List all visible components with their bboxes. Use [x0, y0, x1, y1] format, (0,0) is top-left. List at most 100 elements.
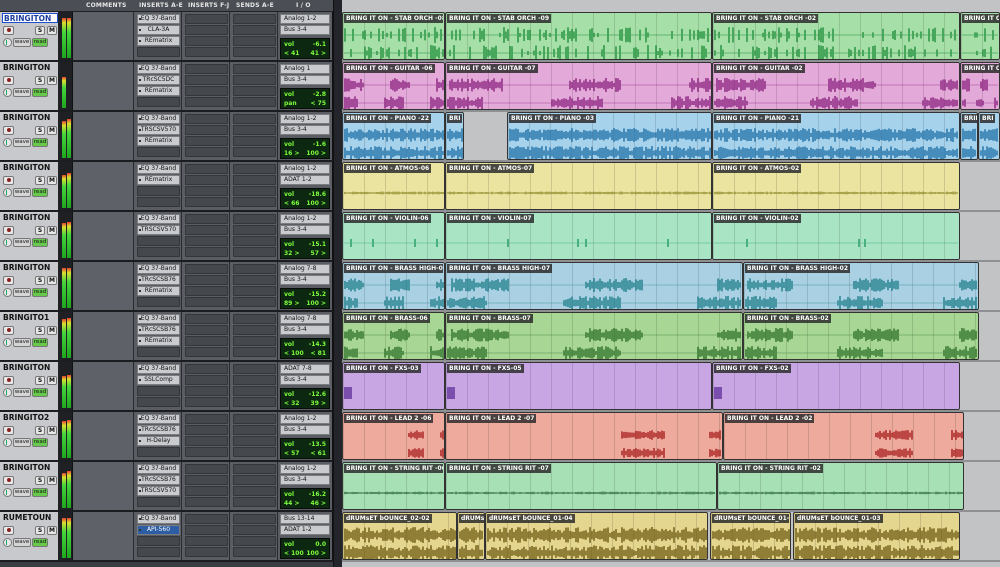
insert-slot[interactable]: REmatrix [137, 286, 180, 296]
comments-field[interactable] [73, 12, 134, 60]
audio-clip[interactable]: dRUMsET bOUNCE_01-0 [710, 512, 791, 560]
insert-slot[interactable]: EQ 37-Band [137, 214, 180, 224]
send-slot-empty[interactable] [233, 225, 276, 235]
input-monitor-icon[interactable] [3, 288, 12, 297]
send-slot-empty[interactable] [233, 147, 276, 157]
audio-clip[interactable]: BRING IT ON - ATMOS-07 [445, 162, 712, 210]
insert-slot[interactable]: TRcSCSB76 [137, 275, 180, 285]
send-slot-empty[interactable] [233, 297, 276, 307]
send-slot-empty[interactable] [233, 25, 276, 35]
mute-button[interactable]: M [47, 26, 57, 35]
insert-slot-empty[interactable] [185, 36, 228, 46]
insert-slot-empty[interactable] [137, 536, 180, 546]
automation-mode-selector[interactable]: read [32, 138, 48, 147]
send-slot-empty[interactable] [233, 136, 276, 146]
insert-slot-empty[interactable] [185, 225, 228, 235]
audio-clip[interactable]: BRING IT ON - FXS-05 [445, 362, 712, 410]
track-view-selector[interactable]: wave [13, 288, 31, 297]
solo-button[interactable]: S [35, 476, 45, 485]
insert-slot-empty[interactable] [137, 397, 180, 407]
send-slot-empty[interactable] [233, 325, 276, 335]
track-name[interactable]: BRINGITO2 [3, 413, 57, 423]
insert-slot[interactable]: TRcSCSB76 [137, 325, 180, 335]
header-sends-a-e[interactable]: SENDS A-E [236, 2, 274, 9]
insert-slot-empty[interactable] [185, 447, 228, 457]
send-slot-empty[interactable] [233, 547, 276, 557]
audio-clip[interactable]: BRING IT ON - LEAD 2 -07 [445, 412, 723, 460]
volume-pan-display[interactable]: vol -16.2 44 > 46 > [280, 488, 330, 509]
send-slot-empty[interactable] [233, 347, 276, 357]
send-slot-empty[interactable] [233, 186, 276, 196]
input-selector[interactable]: Analog 1-2 [280, 14, 330, 24]
input-selector[interactable]: Analog 1-2 [280, 214, 330, 224]
send-slot-empty[interactable] [233, 36, 276, 46]
mute-button[interactable]: M [47, 176, 57, 185]
comments-field[interactable] [73, 62, 134, 110]
volume-pan-display[interactable]: vol 0.0 < 100 100 > [280, 538, 330, 559]
input-monitor-icon[interactable] [3, 388, 12, 397]
header-comments[interactable]: COMMENTS [86, 2, 127, 9]
insert-slot-empty[interactable] [185, 175, 228, 185]
volume-pan-display[interactable]: vol -14.3 < 100 < 81 [280, 338, 330, 359]
send-slot-empty[interactable] [233, 364, 276, 374]
audio-clip[interactable]: BRING IT ON - STRING RIT -06 [342, 462, 445, 510]
track-view-selector[interactable]: wave [13, 488, 31, 497]
output-selector[interactable]: Bus 3-4 [280, 425, 330, 435]
automation-mode-selector[interactable]: read [32, 88, 48, 97]
audio-clip[interactable]: BRING IT ON - BRASS-06 [342, 312, 445, 360]
send-slot-empty[interactable] [233, 397, 276, 407]
insert-slot-empty[interactable] [185, 486, 228, 496]
insert-slot[interactable]: EQ 37-Band [137, 64, 180, 74]
insert-slot[interactable]: EQ 37-Band [137, 464, 180, 474]
insert-slot[interactable]: REmatrix [137, 86, 180, 96]
track-lane[interactable]: BRING IT ON - GUITAR -06 BRING IT ON - GU… [342, 62, 1000, 112]
solo-button[interactable]: S [35, 76, 45, 85]
track-view-selector[interactable]: wave [13, 188, 31, 197]
output-selector[interactable]: Bus 3-4 [280, 275, 330, 285]
comments-field[interactable] [73, 262, 134, 310]
track-view-selector[interactable]: wave [13, 88, 31, 97]
track-name[interactable]: BRINGITON [3, 363, 57, 373]
output-selector[interactable]: ADAT 1-2 [280, 175, 330, 185]
send-slot-empty[interactable] [233, 114, 276, 124]
send-slot-empty[interactable] [233, 386, 276, 396]
insert-slot[interactable]: REmatrix [137, 175, 180, 185]
insert-slot-empty[interactable] [185, 97, 228, 107]
insert-slot-empty[interactable] [185, 364, 228, 374]
audio-clip[interactable]: BRIN [960, 112, 978, 160]
record-enable-button[interactable] [3, 226, 14, 235]
mute-button[interactable]: M [47, 326, 57, 335]
automation-mode-selector[interactable]: read [32, 38, 48, 47]
track-lane[interactable]: BRING IT ON - FXS-03 BRING IT ON - FXS-05… [342, 362, 1000, 412]
pane-divider[interactable] [333, 0, 342, 567]
comments-field[interactable] [73, 312, 134, 360]
insert-slot-empty[interactable] [185, 197, 228, 207]
volume-pan-display[interactable]: vol -12.6 < 32 39 > [280, 388, 330, 409]
track-lane[interactable]: BRING IT ON - PIANO -22 BRI BRING IT ON - … [342, 112, 1000, 162]
insert-slot[interactable]: EQ 37-Band [137, 514, 180, 524]
send-slot-empty[interactable] [233, 75, 276, 85]
record-enable-button[interactable] [3, 176, 14, 185]
output-selector[interactable]: Bus 3-4 [280, 75, 330, 85]
audio-clip[interactable]: BRING IT ON - GUITAR -07 [445, 62, 712, 110]
comments-field[interactable] [73, 162, 134, 210]
record-enable-button[interactable] [3, 26, 14, 35]
solo-button[interactable]: S [35, 276, 45, 285]
audio-clip[interactable]: BRING IT ON - LEAD 2 -02 [723, 412, 964, 460]
insert-slot-empty[interactable] [137, 347, 180, 357]
input-monitor-icon[interactable] [3, 38, 12, 47]
input-selector[interactable]: Analog 1-2 [280, 414, 330, 424]
input-monitor-icon[interactable] [3, 188, 12, 197]
mute-button[interactable]: M [47, 476, 57, 485]
input-monitor-icon[interactable] [3, 88, 12, 97]
send-slot-empty[interactable] [233, 314, 276, 324]
comments-field[interactable] [73, 112, 134, 160]
insert-slot-empty[interactable] [137, 247, 180, 257]
insert-slot-empty[interactable] [185, 547, 228, 557]
input-selector[interactable]: Analog 1-2 [280, 114, 330, 124]
insert-slot[interactable]: TRcSCSB76 [137, 425, 180, 435]
insert-slot[interactable]: TRSCSV570 [137, 125, 180, 135]
audio-clip[interactable]: BRING IT ON - PIANO -21 [712, 112, 960, 160]
volume-pan-display[interactable]: vol -1.6 16 > 100 > [280, 138, 330, 159]
output-selector[interactable]: Bus 3-4 [280, 125, 330, 135]
